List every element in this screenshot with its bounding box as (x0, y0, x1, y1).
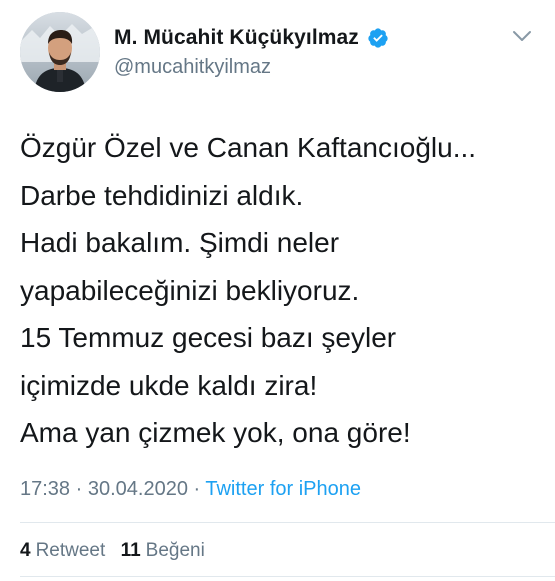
meta-separator: · (70, 478, 88, 500)
tweet-line: Darbe tehdidinizi aldık. (20, 179, 304, 211)
retweets-stat[interactable]: 4 Retweet (20, 540, 105, 562)
tweet-source-link[interactable]: Twitter for iPhone (205, 478, 361, 500)
tweet-stats: 4 Retweet 11 Beğeni (20, 540, 215, 562)
user-names: M. Mücahit Küçükyılmaz @mucahitkyilmaz (114, 26, 389, 79)
tweet-line: içimizde ukde kaldı zira! (20, 369, 318, 401)
tweet-line: Ama yan çizmek yok, ona göre! (20, 417, 411, 448)
tweet-line: yapabileceğinizi bekliyoruz. (20, 274, 360, 306)
likes-count: 11 (120, 540, 141, 561)
display-name[interactable]: M. Mücahit Küçükyılmaz (114, 26, 359, 50)
tweet-line: Özgür Özel ve Canan Kaftancıoğlu... (20, 132, 477, 163)
meta-separator: · (187, 478, 206, 500)
avatar[interactable] (20, 12, 100, 92)
tweet-line: Hadi bakalım. Şimdi neler (20, 227, 340, 258)
divider (20, 522, 555, 523)
divider (20, 576, 555, 577)
retweets-count: 4 (20, 540, 31, 561)
chevron-down-icon[interactable] (510, 24, 534, 48)
tweet-text: Özgür Özel ve Canan Kaftancıoğlu... Darb… (20, 124, 540, 457)
user-handle[interactable]: @mucahitkyilmaz (114, 56, 389, 79)
tweet-time[interactable]: 17:38 (20, 478, 70, 500)
tweet-header: M. Mücahit Küçükyılmaz @mucahitkyilmaz (20, 12, 540, 92)
tweet-line: 15 Temmuz gecesi bazı şeyler (20, 322, 397, 353)
retweets-label: Retweet (35, 540, 106, 561)
likes-stat[interactable]: 11 Beğeni (121, 540, 205, 562)
display-name-row: M. Mücahit Küçükyılmaz (114, 26, 389, 50)
verified-badge-icon (367, 27, 389, 49)
tweet-date[interactable]: 30.04.2020 (88, 478, 188, 500)
avatar-image (20, 12, 100, 92)
tweet-meta: 17:38 · 30.04.2020 · Twitter for iPhone (20, 478, 361, 501)
likes-label: Beğeni (145, 540, 205, 561)
